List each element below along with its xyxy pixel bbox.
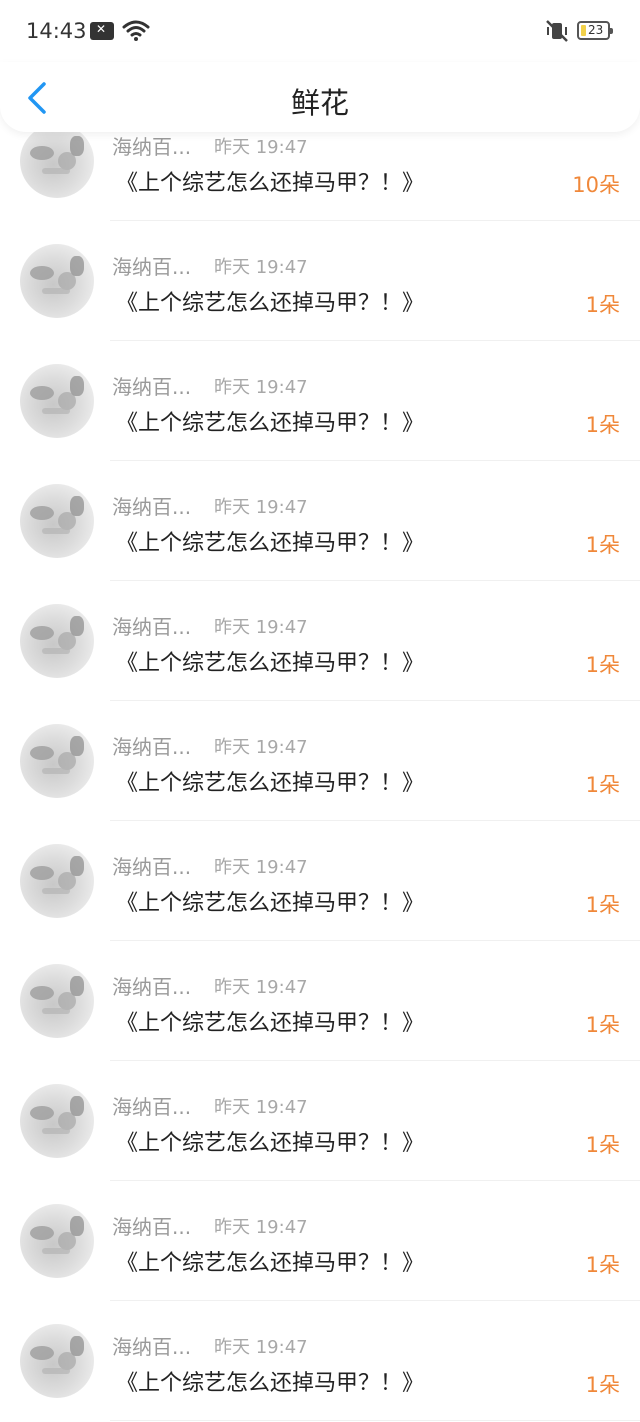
page-title: 鲜花	[290, 86, 349, 120]
sender-name: 海纳百...	[112, 255, 192, 279]
flower-count: 1朵	[585, 1133, 620, 1157]
avatar[interactable]	[20, 484, 94, 558]
sender-name: 海纳百...	[112, 1095, 192, 1119]
flower-count: 1朵	[585, 1253, 620, 1277]
sender-name: 海纳百...	[112, 855, 192, 879]
battery-icon: 23	[577, 21, 613, 40]
timestamp: 昨天 19:47	[214, 617, 308, 638]
avatar[interactable]	[20, 964, 94, 1038]
avatar[interactable]	[20, 1084, 94, 1158]
silent-mode-icon	[546, 20, 568, 42]
sender-name: 海纳百...	[112, 1215, 192, 1239]
flower-count: 1朵	[585, 773, 620, 797]
timestamp: 昨天 19:47	[214, 497, 308, 518]
list-item[interactable]: 海纳百... 昨天 19:47 《上个综艺怎么还掉马甲？！》 1朵	[0, 821, 640, 941]
sender-name: 海纳百...	[112, 1335, 192, 1359]
flower-count: 1朵	[585, 1373, 620, 1397]
list-item[interactable]: 海纳百... 昨天 19:47 《上个综艺怎么还掉马甲？！》 1朵	[0, 701, 640, 821]
message-text: 《上个综艺怎么还掉马甲？！》	[116, 771, 425, 796]
status-bar: 14:43 23	[0, 0, 640, 62]
avatar[interactable]	[20, 724, 94, 798]
timestamp: 昨天 19:47	[214, 977, 308, 998]
flower-count: 1朵	[585, 413, 620, 437]
status-time: 14:43	[26, 19, 87, 43]
sender-name: 海纳百...	[112, 615, 192, 639]
message-text: 《上个综艺怎么还掉马甲？！》	[116, 1371, 425, 1396]
message-text: 《上个综艺怎么还掉马甲？！》	[116, 1011, 425, 1036]
timestamp: 昨天 19:47	[214, 377, 308, 398]
timestamp: 昨天 19:47	[214, 1337, 308, 1358]
message-text: 《上个综艺怎么还掉马甲？！》	[116, 1131, 425, 1156]
avatar[interactable]	[20, 1204, 94, 1278]
flower-count: 1朵	[585, 653, 620, 677]
message-text: 《上个综艺怎么还掉马甲？！》	[116, 291, 425, 316]
list-item[interactable]: 海纳百... 昨天 19:47 《上个综艺怎么还掉马甲？！》 1朵	[0, 461, 640, 581]
sender-name: 海纳百...	[112, 495, 192, 519]
sender-name: 海纳百...	[112, 135, 192, 159]
sender-name: 海纳百...	[112, 375, 192, 399]
list-item[interactable]: 海纳百... 昨天 19:47 《上个综艺怎么还掉马甲？！》 1朵	[0, 221, 640, 341]
sender-name: 海纳百...	[112, 735, 192, 759]
list-item[interactable]: 海纳百... 昨天 19:47 《上个综艺怎么还掉马甲？！》 1朵	[0, 1061, 640, 1181]
message-text: 《上个综艺怎么还掉马甲？！》	[116, 171, 425, 196]
timestamp: 昨天 19:47	[214, 737, 308, 758]
message-text: 《上个综艺怎么还掉马甲？！》	[116, 891, 425, 916]
list-item[interactable]: 海纳百... 昨天 19:47 《上个综艺怎么还掉马甲？！》 1朵	[0, 1301, 640, 1421]
flower-count: 1朵	[585, 893, 620, 917]
page-header: 鲜花	[0, 62, 640, 132]
list-item[interactable]: 海纳百... 昨天 19:47 《上个综艺怎么还掉马甲？！》 1朵	[0, 341, 640, 461]
battery-level: 23	[588, 23, 604, 37]
flower-count: 1朵	[585, 533, 620, 557]
flower-count: 1朵	[585, 293, 620, 317]
avatar[interactable]	[20, 244, 94, 318]
notification-x-icon	[90, 22, 114, 40]
message-text: 《上个综艺怎么还掉马甲？！》	[116, 411, 425, 436]
message-text: 《上个综艺怎么还掉马甲？！》	[116, 531, 425, 556]
list-item[interactable]: 海纳百... 昨天 19:47 《上个综艺怎么还掉马甲？！》 1朵	[0, 1181, 640, 1301]
avatar[interactable]	[20, 124, 94, 198]
timestamp: 昨天 19:47	[214, 137, 308, 158]
timestamp: 昨天 19:47	[214, 257, 308, 278]
list-item[interactable]: 海纳百... 昨天 19:47 《上个综艺怎么还掉马甲？！》 1朵	[0, 581, 640, 701]
avatar[interactable]	[20, 1324, 94, 1398]
message-text: 《上个综艺怎么还掉马甲？！》	[116, 1251, 425, 1276]
flower-count: 10朵	[572, 173, 620, 197]
timestamp: 昨天 19:47	[214, 857, 308, 878]
timestamp: 昨天 19:47	[214, 1217, 308, 1238]
list-item[interactable]: 海纳百... 昨天 19:47 《上个综艺怎么还掉马甲？！》 1朵	[0, 941, 640, 1061]
wifi-icon	[122, 20, 150, 41]
message-text: 《上个综艺怎么还掉马甲？！》	[116, 651, 425, 676]
sender-name: 海纳百...	[112, 975, 192, 999]
avatar[interactable]	[20, 844, 94, 918]
avatar[interactable]	[20, 364, 94, 438]
flower-record-list[interactable]: 海纳百... 昨天 19:47 《上个综艺怎么还掉马甲？！》 10朵 海纳百... 昨天 …	[0, 101, 640, 1421]
timestamp: 昨天 19:47	[214, 1097, 308, 1118]
flower-count: 1朵	[585, 1013, 620, 1037]
avatar[interactable]	[20, 604, 94, 678]
